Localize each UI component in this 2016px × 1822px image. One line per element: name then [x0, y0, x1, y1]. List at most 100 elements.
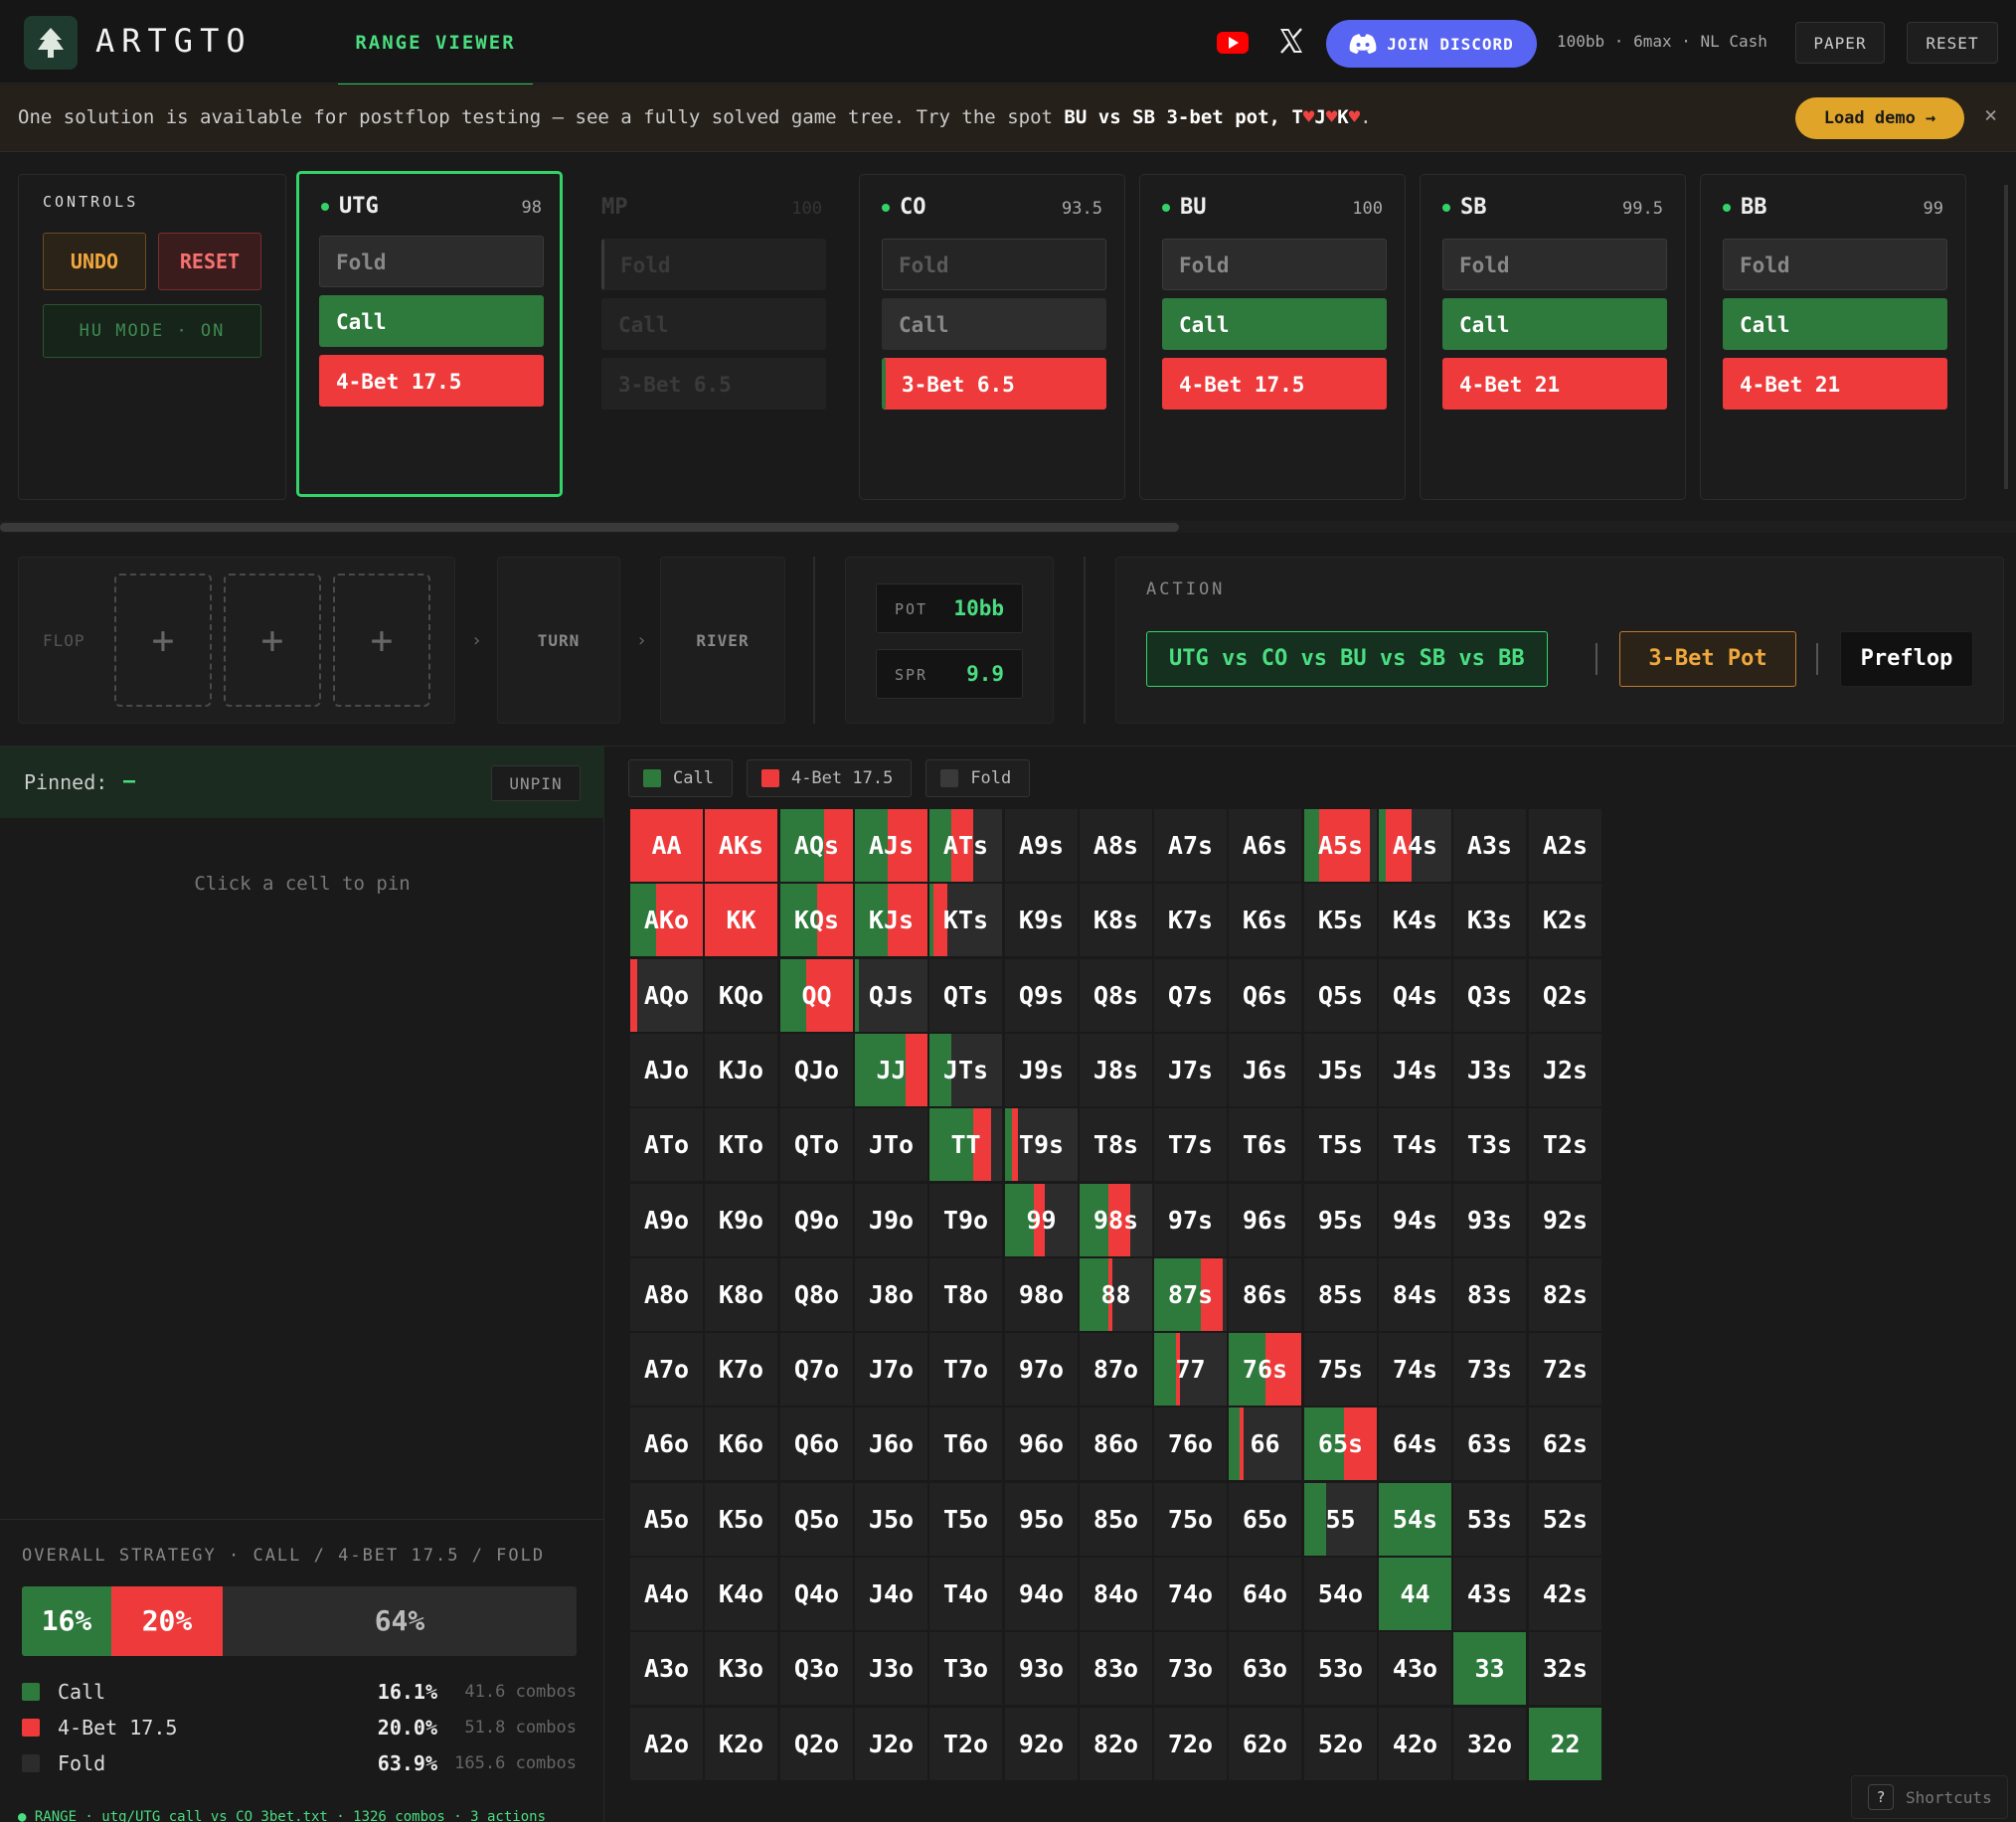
hand-cell-kjs[interactable]: KJs: [855, 884, 927, 956]
hand-cell-62o[interactable]: 62o: [1229, 1708, 1301, 1780]
hand-cell-aks[interactable]: AKs: [705, 809, 777, 882]
hand-cell-t8s[interactable]: T8s: [1080, 1108, 1152, 1181]
hand-cell-98o[interactable]: 98o: [1005, 1258, 1078, 1331]
hand-cell-q2s[interactable]: Q2s: [1529, 959, 1601, 1032]
paper-button[interactable]: PAPER: [1795, 22, 1885, 64]
hand-cell-kk[interactable]: KK: [705, 884, 777, 956]
hand-cell-92o[interactable]: 92o: [1005, 1708, 1078, 1780]
hand-cell-84s[interactable]: 84s: [1379, 1258, 1451, 1331]
position-card-bb[interactable]: BB 99 Fold Call 4-Bet 21: [1700, 174, 1966, 500]
hand-cell-63o[interactable]: 63o: [1229, 1632, 1301, 1705]
reset-top-button[interactable]: RESET: [1907, 22, 1998, 64]
hand-cell-t9s[interactable]: T9s: [1005, 1108, 1078, 1181]
hand-cell-93s[interactable]: 93s: [1453, 1184, 1526, 1256]
hand-cell-tt[interactable]: TT: [929, 1108, 1002, 1181]
hand-cell-62s[interactable]: 62s: [1529, 1408, 1601, 1480]
hand-cell-q7o[interactable]: Q7o: [780, 1333, 853, 1406]
positions-vertical-scrollbar[interactable]: [2004, 185, 2008, 489]
shortcuts-button[interactable]: ? Shortcuts: [1851, 1775, 2008, 1819]
street-chip[interactable]: Preflop: [1840, 631, 1973, 687]
tab-range-viewer[interactable]: RANGE VIEWER: [338, 0, 533, 87]
hand-cell-83o[interactable]: 83o: [1080, 1632, 1152, 1705]
hand-cell-94s[interactable]: 94s: [1379, 1184, 1451, 1256]
hand-cell-72o[interactable]: 72o: [1154, 1708, 1227, 1780]
hand-cell-94o[interactable]: 94o: [1005, 1558, 1078, 1630]
hand-cell-k7o[interactable]: K7o: [705, 1333, 777, 1406]
hand-cell-j3s[interactable]: J3s: [1453, 1034, 1526, 1106]
legend-chip-call[interactable]: Call: [628, 759, 733, 797]
hand-cell-54o[interactable]: 54o: [1304, 1558, 1377, 1630]
hand-cell-42s[interactable]: 42s: [1529, 1558, 1601, 1630]
hand-cell-kqs[interactable]: KQs: [780, 884, 853, 956]
hand-cell-qjo[interactable]: QJo: [780, 1034, 853, 1106]
action-call-button[interactable]: Call: [1162, 298, 1387, 350]
hand-cell-j2o[interactable]: J2o: [855, 1708, 927, 1780]
position-card-co[interactable]: CO 93.5 Fold Call 3-Bet 6.5: [859, 174, 1125, 500]
hand-cell-q6o[interactable]: Q6o: [780, 1408, 853, 1480]
hand-cell-k5s[interactable]: K5s: [1304, 884, 1377, 956]
hand-cell-jts[interactable]: JTs: [929, 1034, 1002, 1106]
action-fold-button[interactable]: Fold: [1162, 239, 1387, 290]
hand-cell-j7s[interactable]: J7s: [1154, 1034, 1227, 1106]
position-card-bu[interactable]: BU 100 Fold Call 4-Bet 17.5: [1139, 174, 1406, 500]
hand-cell-88[interactable]: 88: [1080, 1258, 1152, 1331]
action-call-button[interactable]: Call: [1442, 298, 1667, 350]
hand-cell-t2s[interactable]: T2s: [1529, 1108, 1601, 1181]
hand-cell-j8o[interactable]: J8o: [855, 1258, 927, 1331]
hand-cell-k6s[interactable]: K6s: [1229, 884, 1301, 956]
hand-cell-k9o[interactable]: K9o: [705, 1184, 777, 1256]
hand-cell-j7o[interactable]: J7o: [855, 1333, 927, 1406]
hand-cell-t9o[interactable]: T9o: [929, 1184, 1002, 1256]
river-slot[interactable]: RIVER: [660, 557, 785, 724]
hand-cell-t7s[interactable]: T7s: [1154, 1108, 1227, 1181]
hand-cell-ajs[interactable]: AJs: [855, 809, 927, 882]
hand-cell-t7o[interactable]: T7o: [929, 1333, 1002, 1406]
hand-cell-k8o[interactable]: K8o: [705, 1258, 777, 1331]
hand-cell-k3o[interactable]: K3o: [705, 1632, 777, 1705]
hand-cell-jto[interactable]: JTo: [855, 1108, 927, 1181]
flop-card-slot-1[interactable]: +: [114, 574, 212, 707]
hand-cell-t4s[interactable]: T4s: [1379, 1108, 1451, 1181]
hand-cell-k4s[interactable]: K4s: [1379, 884, 1451, 956]
hand-cell-qjs[interactable]: QJs: [855, 959, 927, 1032]
hand-cell-32s[interactable]: 32s: [1529, 1632, 1601, 1705]
hand-cell-q5s[interactable]: Q5s: [1304, 959, 1377, 1032]
hand-cell-a2o[interactable]: A2o: [630, 1708, 703, 1780]
hand-cell-t5o[interactable]: T5o: [929, 1483, 1002, 1556]
hand-cell-ats[interactable]: ATs: [929, 809, 1002, 882]
hu-mode-toggle[interactable]: HU MODE · ON: [43, 304, 261, 358]
hand-cell-j8s[interactable]: J8s: [1080, 1034, 1152, 1106]
hand-cell-ato[interactable]: ATo: [630, 1108, 703, 1181]
hand-cell-qts[interactable]: QTs: [929, 959, 1002, 1032]
hand-cell-93o[interactable]: 93o: [1005, 1632, 1078, 1705]
turn-slot[interactable]: TURN: [497, 557, 620, 724]
hand-cell-85o[interactable]: 85o: [1080, 1483, 1152, 1556]
hand-cell-t5s[interactable]: T5s: [1304, 1108, 1377, 1181]
hand-cell-j3o[interactable]: J3o: [855, 1632, 927, 1705]
hand-cell-74o[interactable]: 74o: [1154, 1558, 1227, 1630]
hand-cell-87o[interactable]: 87o: [1080, 1333, 1152, 1406]
hand-cell-33[interactable]: 33: [1453, 1632, 1526, 1705]
hand-cell-86o[interactable]: 86o: [1080, 1408, 1152, 1480]
hand-cell-86s[interactable]: 86s: [1229, 1258, 1301, 1331]
hand-cell-a8o[interactable]: A8o: [630, 1258, 703, 1331]
positions-scrollbar-thumb[interactable]: [0, 523, 1179, 532]
hand-cell-a2s[interactable]: A2s: [1529, 809, 1601, 882]
hand-cell-44[interactable]: 44: [1379, 1558, 1451, 1630]
hand-cell-43s[interactable]: 43s: [1453, 1558, 1526, 1630]
action-raise-button[interactable]: 4-Bet 21: [1723, 358, 1947, 410]
join-discord-button[interactable]: JOIN DISCORD: [1326, 20, 1537, 68]
legend-chip-raise[interactable]: 4-Bet 17.5: [746, 759, 913, 797]
hand-cell-k6o[interactable]: K6o: [705, 1408, 777, 1480]
hand-cell-kqo[interactable]: KQo: [705, 959, 777, 1032]
hand-cell-j4o[interactable]: J4o: [855, 1558, 927, 1630]
hand-cell-a8s[interactable]: A8s: [1080, 809, 1152, 882]
action-fold-button[interactable]: Fold: [1723, 239, 1947, 290]
hand-cell-j5o[interactable]: J5o: [855, 1483, 927, 1556]
action-fold-button[interactable]: Fold: [319, 236, 544, 287]
reset-button[interactable]: RESET: [158, 233, 261, 290]
hand-cell-65o[interactable]: 65o: [1229, 1483, 1301, 1556]
hand-cell-53o[interactable]: 53o: [1304, 1632, 1377, 1705]
hand-cell-q9s[interactable]: Q9s: [1005, 959, 1078, 1032]
hand-cell-65s[interactable]: 65s: [1304, 1408, 1377, 1480]
